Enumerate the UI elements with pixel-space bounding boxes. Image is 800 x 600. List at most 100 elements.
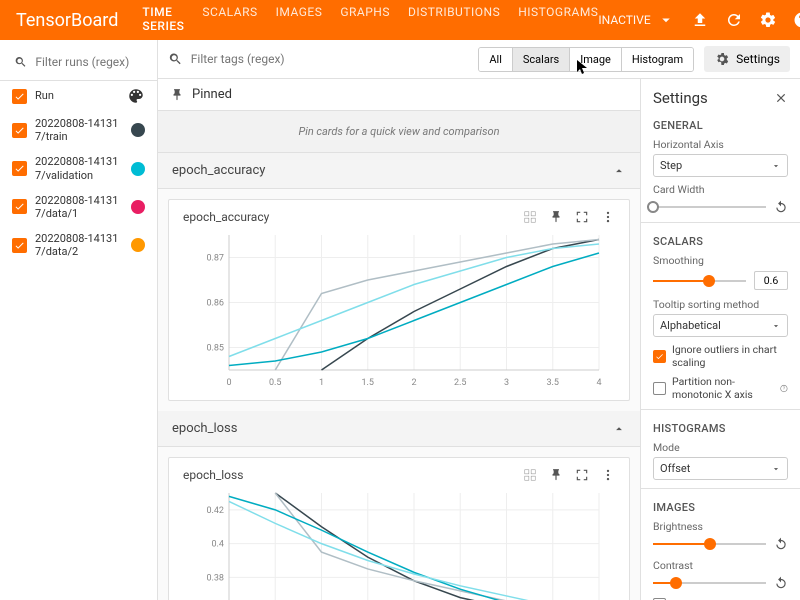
- svg-text:3.5: 3.5: [547, 378, 560, 388]
- card-title: epoch_loss: [183, 468, 243, 482]
- section-epoch-loss[interactable]: epoch_loss: [158, 411, 640, 447]
- runs-filter: [0, 48, 157, 81]
- scalars-heading: SCALARS: [653, 235, 788, 248]
- images-heading: IMAGES: [653, 501, 788, 514]
- palette-icon[interactable]: [127, 87, 145, 105]
- segment-scalars[interactable]: Scalars: [513, 48, 570, 71]
- runs-filter-input[interactable]: [35, 55, 143, 69]
- segment-all[interactable]: All: [479, 48, 513, 71]
- run-color-dot: [131, 162, 145, 176]
- pinned-header[interactable]: Pinned: [158, 79, 640, 111]
- gear-icon[interactable]: [759, 11, 777, 29]
- search-icon: [168, 51, 183, 67]
- help-icon[interactable]: [793, 11, 800, 29]
- svg-text:0.5: 0.5: [269, 378, 282, 388]
- tab-images[interactable]: IMAGES: [276, 0, 323, 48]
- run-checkbox[interactable]: [12, 89, 27, 104]
- refresh-icon[interactable]: [725, 11, 743, 29]
- gear-icon: [714, 51, 730, 67]
- upload-icon[interactable]: [691, 11, 709, 29]
- run-checkbox[interactable]: [12, 238, 27, 253]
- chart-epoch-loss: 00.511.522.533.540.360.380.40.42: [183, 488, 615, 600]
- tab-histograms[interactable]: HISTOGRAMS: [518, 0, 598, 48]
- settings-panel: Settings GENERAL Horizontal Axis Step Ca…: [640, 79, 800, 600]
- chart-epoch-accuracy: 00.511.522.533.540.850.860.87: [183, 230, 615, 390]
- header-tools: INACTIVE: [598, 11, 800, 29]
- svg-text:4: 4: [596, 378, 601, 388]
- svg-text:0.87: 0.87: [206, 254, 224, 264]
- pin-icon: [170, 88, 184, 102]
- run-checkbox[interactable]: [12, 161, 27, 176]
- svg-text:0.86: 0.86: [206, 299, 224, 309]
- reset-icon[interactable]: [774, 576, 788, 590]
- card-epoch-loss: epoch_loss 00.511.522.533.540.360.380.40…: [168, 457, 630, 600]
- histograms-heading: HISTOGRAMS: [653, 422, 788, 435]
- type-segments: All Scalars Image Histogram: [478, 47, 694, 72]
- status-dropdown[interactable]: INACTIVE: [598, 11, 674, 29]
- chevron-down-icon: [771, 464, 781, 474]
- tab-distributions[interactable]: DISTRIBUTIONS: [408, 0, 500, 48]
- svg-text:0.4: 0.4: [212, 540, 225, 550]
- more-icon[interactable]: [601, 210, 615, 224]
- section-epoch-accuracy[interactable]: epoch_accuracy: [158, 153, 640, 189]
- brightness-slider[interactable]: [653, 543, 766, 545]
- cards-scroll[interactable]: Pinned Pin cards for a quick view and co…: [158, 79, 640, 600]
- chevron-down-icon: [771, 321, 781, 331]
- segment-image[interactable]: Image: [570, 48, 622, 71]
- run-item[interactable]: 20220808-141317/train: [0, 111, 157, 149]
- chevron-down-icon: [771, 161, 781, 171]
- run-item[interactable]: Run: [0, 81, 157, 111]
- chevron-up-icon: [612, 164, 626, 178]
- run-item[interactable]: 20220808-141317/data/1: [0, 188, 157, 226]
- grid-icon[interactable]: [523, 210, 537, 224]
- svg-text:2.5: 2.5: [454, 378, 467, 388]
- runs-sidebar: Run 20220808-141317/train 20220808-141317/…: [0, 40, 158, 600]
- fullscreen-icon[interactable]: [575, 210, 589, 224]
- tooltip-select[interactable]: Alphabetical: [653, 314, 788, 337]
- segment-histogram[interactable]: Histogram: [622, 48, 693, 71]
- run-label: 20220808-141317/data/1: [35, 194, 123, 220]
- grid-icon[interactable]: [523, 468, 537, 482]
- svg-text:0.42: 0.42: [206, 506, 224, 516]
- logo: TensorBoard: [16, 10, 118, 31]
- tab-graphs[interactable]: GRAPHS: [340, 0, 390, 48]
- tab-scalars[interactable]: SCALARS: [202, 0, 257, 48]
- tags-filter-input[interactable]: [191, 52, 469, 66]
- partition-checkbox[interactable]: Partition non-monotonic X axis ?: [653, 375, 788, 401]
- svg-text:0.85: 0.85: [206, 344, 224, 354]
- run-item[interactable]: 20220808-141317/data/2: [0, 226, 157, 264]
- pin-hint: Pin cards for a quick view and compariso…: [158, 111, 640, 153]
- run-label: 20220808-141317/train: [35, 117, 123, 143]
- card-epoch-accuracy: epoch_accuracy 00.511.522.533.540.850.86…: [168, 199, 630, 401]
- fullscreen-icon[interactable]: [575, 468, 589, 482]
- general-heading: GENERAL: [653, 119, 788, 132]
- card-width-slider[interactable]: [653, 206, 766, 208]
- settings-title: Settings: [653, 89, 708, 107]
- card-title: epoch_accuracy: [183, 210, 269, 224]
- contrast-slider[interactable]: [653, 582, 766, 584]
- svg-text:3: 3: [504, 378, 509, 388]
- run-label: 20220808-141317/validation: [35, 155, 123, 181]
- smoothing-input[interactable]: [754, 271, 788, 290]
- svg-text:0.38: 0.38: [206, 573, 224, 583]
- run-item[interactable]: 20220808-141317/validation: [0, 149, 157, 187]
- histogram-mode-select[interactable]: Offset: [653, 457, 788, 480]
- reset-icon[interactable]: [774, 537, 788, 551]
- ignore-outliers-checkbox[interactable]: Ignore outliers in chart scaling: [653, 343, 788, 369]
- svg-text:1.5: 1.5: [362, 378, 375, 388]
- close-icon[interactable]: [774, 91, 788, 105]
- pin-icon[interactable]: [549, 210, 563, 224]
- run-checkbox[interactable]: [12, 199, 27, 214]
- pin-icon[interactable]: [549, 468, 563, 482]
- run-checkbox[interactable]: [12, 123, 27, 138]
- settings-button[interactable]: Settings: [704, 46, 790, 72]
- axis-select[interactable]: Step: [653, 154, 788, 177]
- run-label: Run: [35, 89, 119, 102]
- smoothing-slider[interactable]: [653, 280, 746, 282]
- app-header: TensorBoard TIME SERIES SCALARS IMAGES G…: [0, 0, 800, 40]
- help-icon[interactable]: ?: [780, 383, 788, 394]
- run-color-dot: [131, 200, 145, 214]
- reset-icon[interactable]: [774, 200, 788, 214]
- more-icon[interactable]: [601, 468, 615, 482]
- status-text: INACTIVE: [598, 13, 650, 27]
